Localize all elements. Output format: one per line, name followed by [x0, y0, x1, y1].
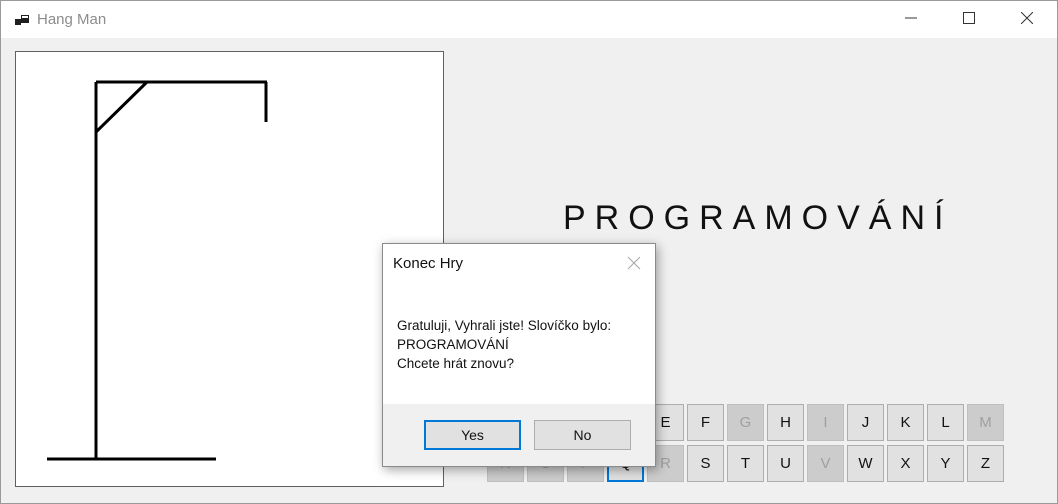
key-m[interactable]: M: [967, 404, 1004, 441]
key-h[interactable]: H: [767, 404, 804, 441]
maximize-button[interactable]: [940, 1, 998, 38]
close-button[interactable]: [998, 1, 1056, 38]
key-y[interactable]: Y: [927, 445, 964, 482]
key-f[interactable]: F: [687, 404, 724, 441]
yes-button[interactable]: Yes: [424, 420, 521, 450]
minimize-button[interactable]: [882, 1, 940, 38]
key-t[interactable]: T: [727, 445, 764, 482]
close-icon: [625, 256, 643, 276]
dialog-close-button[interactable]: [625, 254, 643, 272]
app-icon: [14, 12, 30, 28]
game-over-dialog: Konec Hry Gratuluji, Vyhrali jste! Sloví…: [382, 243, 656, 467]
dialog-message-line: Gratuluji, Vyhrali jste! Slovíčko bylo:: [397, 318, 612, 333]
dialog-message-word: PROGRAMOVÁNÍ: [397, 337, 509, 352]
key-v[interactable]: V: [807, 445, 844, 482]
gallows-drawing: [47, 80, 268, 461]
key-s[interactable]: S: [687, 445, 724, 482]
dialog-footer: Yes No: [383, 404, 655, 466]
key-x[interactable]: X: [887, 445, 924, 482]
dialog-message: Gratuluji, Vyhrali jste! Slovíčko bylo: P…: [397, 316, 611, 373]
minimize-icon: [905, 11, 917, 29]
close-icon: [1020, 11, 1034, 29]
key-z[interactable]: Z: [967, 445, 1004, 482]
title-bar[interactable]: Hang Man: [1, 1, 1057, 38]
no-button[interactable]: No: [534, 420, 631, 450]
key-l[interactable]: L: [927, 404, 964, 441]
key-j[interactable]: J: [847, 404, 884, 441]
key-u[interactable]: U: [767, 445, 804, 482]
key-i[interactable]: I: [807, 404, 844, 441]
maximize-icon: [963, 11, 975, 29]
key-g[interactable]: G: [727, 404, 764, 441]
key-w[interactable]: W: [847, 445, 884, 482]
dialog-title: Konec Hry: [393, 255, 464, 272]
dialog-message-question: Chcete hrát znovu?: [397, 356, 515, 371]
guessed-word: PROGRAMOVÁNÍ: [563, 199, 953, 237]
gallows-canvas: [15, 51, 444, 487]
key-k[interactable]: K: [887, 404, 924, 441]
window-title: Hang Man: [37, 11, 107, 28]
gallows-brace: [94, 80, 149, 134]
